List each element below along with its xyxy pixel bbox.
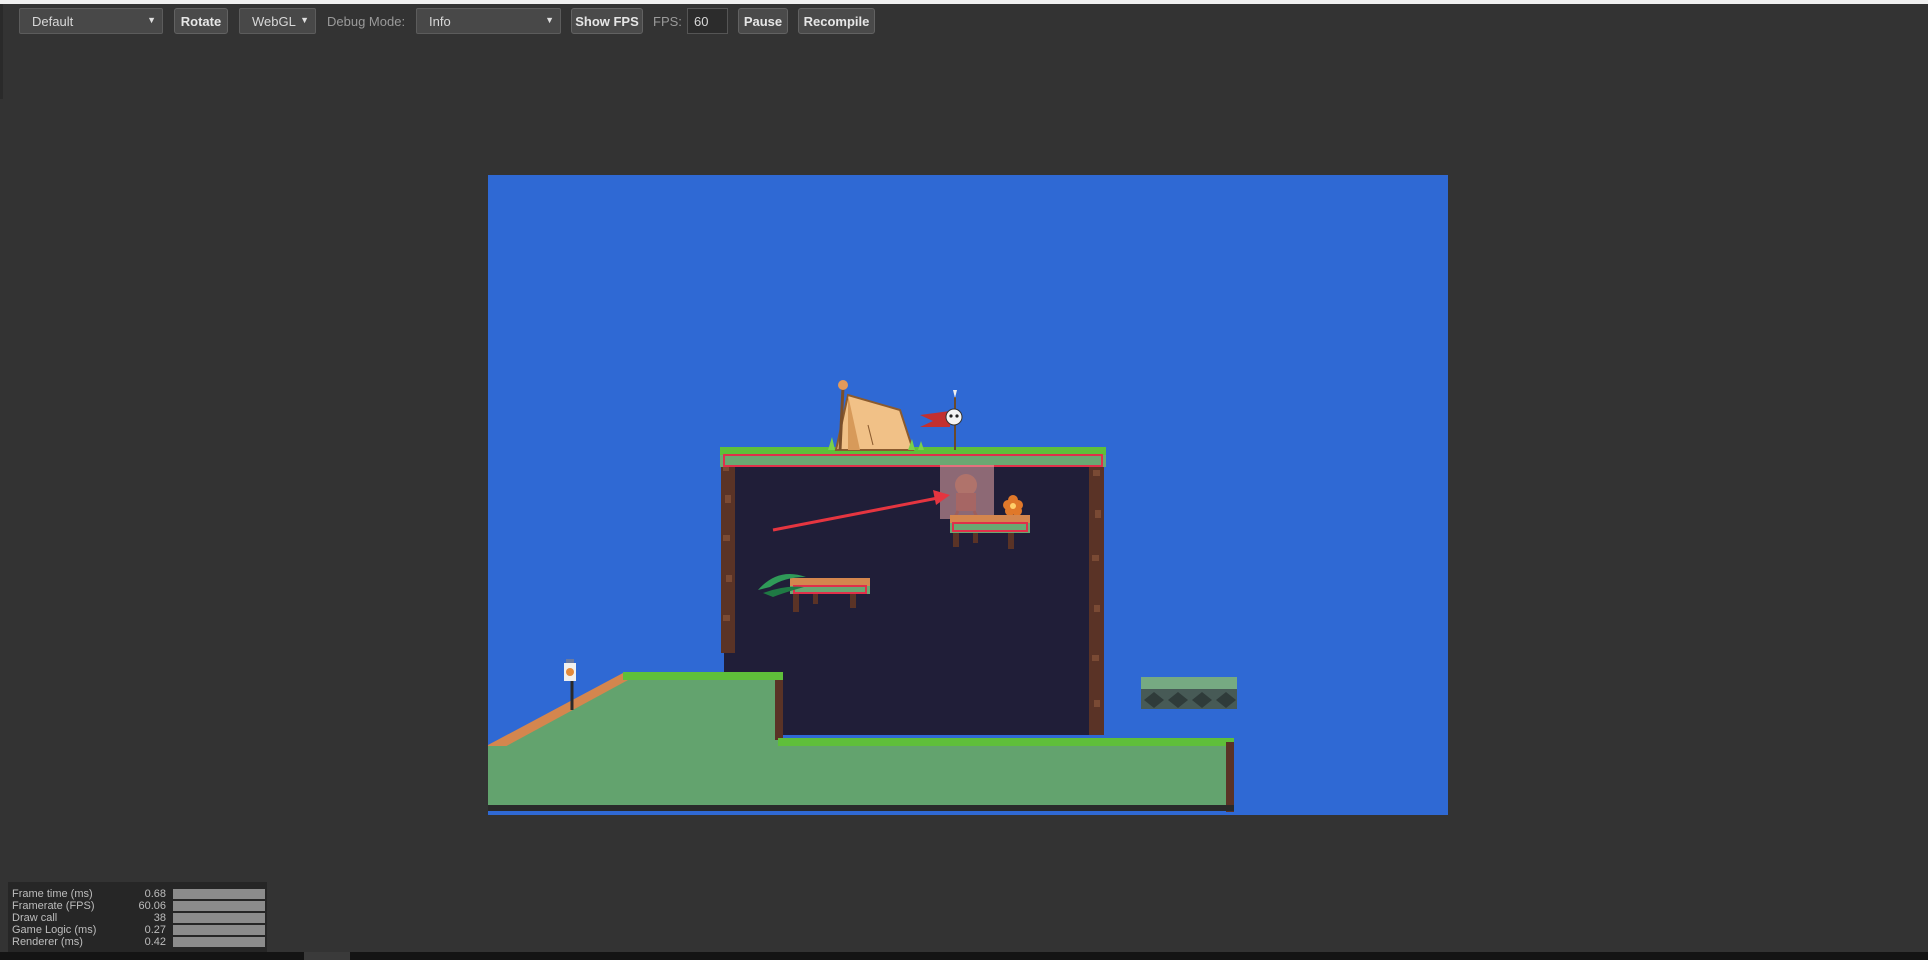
stat-name: Renderer (ms) <box>12 936 83 948</box>
left-hill-wall <box>775 680 783 740</box>
left-ledge-top <box>790 578 870 586</box>
stat-row: Renderer (ms) 0.42 <box>12 936 265 948</box>
stat-bar-fill <box>173 889 265 899</box>
chevron-down-icon: ▼ <box>545 15 554 25</box>
stat-row: Game Logic (ms) 0.27 <box>12 924 265 936</box>
chevron-down-icon: ▼ <box>300 15 309 25</box>
ground-body <box>488 746 1234 806</box>
stat-bar-fill <box>173 901 265 911</box>
show-fps-button[interactable]: Show FPS <box>571 8 643 34</box>
stat-name: Frame time (ms) <box>12 888 93 900</box>
floating-platform-top <box>1141 677 1237 689</box>
debug-mode-label: Debug Mode: <box>327 13 406 29</box>
debug-mode-select[interactable]: Info ▼ <box>416 8 561 34</box>
stats-panel: Frame time (ms) 0.68 Framerate (FPS) 60.06 D… <box>8 882 267 952</box>
cave-left-wall <box>721 453 735 653</box>
stat-bar <box>173 889 265 899</box>
stat-bar-fill <box>173 925 265 935</box>
skull-flag <box>920 390 963 450</box>
toolbar: Default ▼ Rotate WebGL ▼ Debug Mode: Inf… <box>0 8 1928 34</box>
stat-name: Framerate (FPS) <box>12 900 95 912</box>
device-select-value: Default <box>32 13 74 29</box>
fps-input[interactable]: 60 <box>687 8 728 34</box>
bottom-tab[interactable] <box>304 952 350 960</box>
window-top-border <box>0 0 1928 4</box>
renderer-select[interactable]: WebGL ▼ <box>239 8 316 34</box>
left-hill-grass <box>623 672 783 680</box>
cave-right-wall <box>1089 453 1104 735</box>
stat-value: 0.27 <box>144 924 166 936</box>
stat-value: 38 <box>153 912 166 924</box>
right-ledge-top <box>950 515 1030 523</box>
stat-bar <box>173 913 265 923</box>
chevron-down-icon: ▼ <box>147 15 156 25</box>
stat-bar-fill <box>173 913 265 923</box>
stat-value: 60.06 <box>138 900 166 912</box>
ground-right-wall <box>1226 742 1234 812</box>
pause-button[interactable]: Pause <box>738 8 788 34</box>
stat-bar <box>173 925 265 935</box>
game-canvas[interactable] <box>488 175 1448 815</box>
stat-name: Draw call <box>12 912 58 924</box>
rotate-button[interactable]: Rotate <box>174 8 228 34</box>
ground-grass <box>778 738 1234 746</box>
stat-row: Frame time (ms) 0.68 <box>12 888 265 900</box>
stat-value: 0.42 <box>144 936 166 948</box>
tent <box>834 380 915 451</box>
renderer-select-value: WebGL <box>252 13 296 29</box>
bottom-status-bar <box>0 952 1928 960</box>
stat-bar <box>173 901 265 911</box>
ground-bottom-edge <box>488 805 1234 811</box>
device-select[interactable]: Default ▼ <box>19 8 163 34</box>
stat-row: Framerate (FPS) 60.06 <box>12 900 265 912</box>
recompile-button[interactable]: Recompile <box>798 8 875 34</box>
stat-bar <box>173 937 265 947</box>
stat-name: Game Logic (ms) <box>12 924 97 936</box>
stat-row: Draw call 38 <box>12 912 265 924</box>
stat-value: 0.68 <box>144 888 166 900</box>
fps-label: FPS: <box>653 13 682 29</box>
debug-mode-select-value: Info <box>429 13 451 29</box>
game-scene <box>488 380 1237 812</box>
stat-bar-fill <box>173 937 265 947</box>
simulator-window: Default ▼ Rotate WebGL ▼ Debug Mode: Inf… <box>0 0 1928 960</box>
